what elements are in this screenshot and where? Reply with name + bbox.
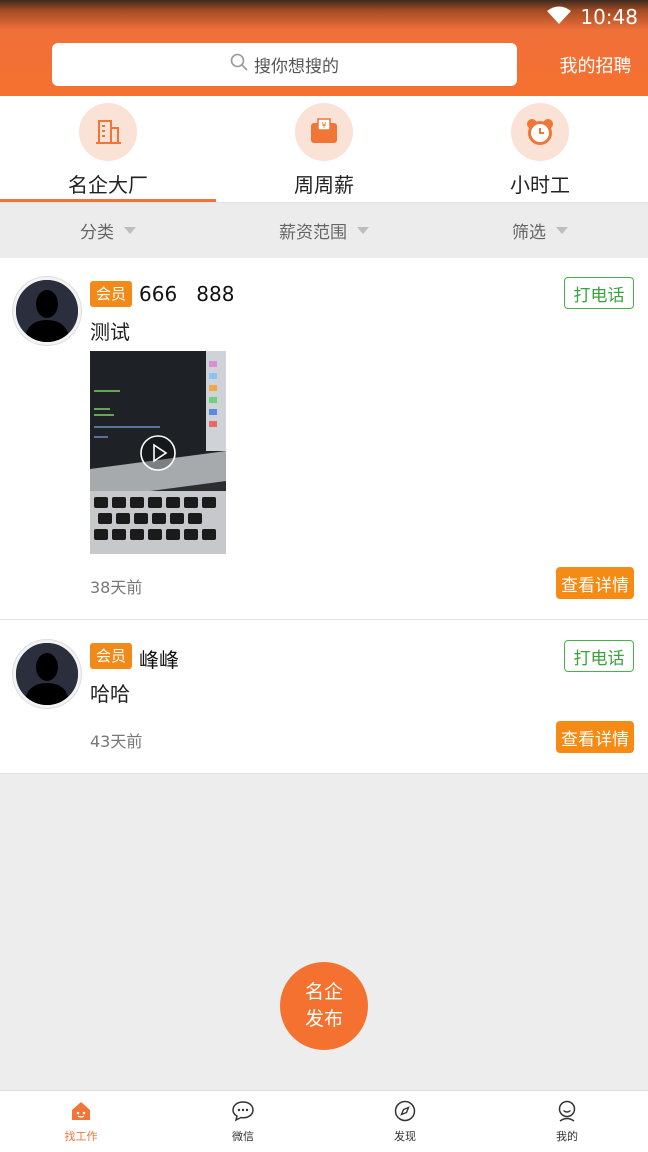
- bottom-navigation: 找工作 微信 发现 我的: [0, 1090, 648, 1152]
- tab-weekly-pay[interactable]: ¥ 周周薪: [216, 96, 432, 202]
- status-time: 10:48: [580, 5, 638, 29]
- search-input[interactable]: 搜你想搜的: [52, 43, 517, 86]
- avatar[interactable]: [13, 640, 81, 708]
- avatar[interactable]: [13, 277, 81, 345]
- tab-hourly-work[interactable]: 小时工: [432, 96, 648, 202]
- nav-profile[interactable]: 我的: [486, 1091, 648, 1152]
- post-description: 测试: [90, 320, 130, 344]
- view-details-button[interactable]: 查看详情: [556, 721, 634, 753]
- compass-icon: [394, 1100, 416, 1125]
- nav-label: 微信: [232, 1129, 254, 1143]
- filter-bar: 分类 薪资范围 筛选: [0, 202, 648, 258]
- nav-find-job[interactable]: 找工作: [0, 1091, 162, 1152]
- filter-label: 分类: [80, 223, 114, 243]
- nav-label: 发现: [394, 1129, 416, 1143]
- post-time: 43天前: [90, 732, 143, 751]
- chat-bubble-icon: [232, 1100, 254, 1125]
- play-icon[interactable]: [138, 433, 178, 477]
- tab-label: 小时工: [510, 173, 570, 197]
- member-badge: 会员: [90, 643, 133, 669]
- filter-salary-dropdown[interactable]: 薪资范围: [216, 203, 432, 258]
- job-post-card: 会员 峰峰 打电话 哈哈 43天前 查看详情: [0, 620, 648, 774]
- home-icon: [70, 1100, 92, 1125]
- poster-name: 峰峰: [139, 648, 179, 672]
- search-icon: [230, 53, 248, 76]
- call-button[interactable]: 打电话: [564, 640, 634, 672]
- nav-discover[interactable]: 发现: [324, 1091, 486, 1152]
- search-placeholder: 搜你想搜的: [254, 57, 339, 77]
- tab-famous-companies[interactable]: 名企大厂: [0, 96, 216, 202]
- dropdown-arrow-icon: [357, 227, 369, 234]
- category-tabs: 名企大厂 ¥ 周周薪 小时工: [0, 96, 648, 202]
- dropdown-arrow-icon: [556, 227, 568, 234]
- post-time: 38天前: [90, 578, 143, 597]
- salary-calendar-icon: ¥: [295, 103, 353, 161]
- fab-line-1: 名企: [304, 981, 343, 1003]
- dropdown-arrow-icon: [124, 227, 136, 234]
- profile-icon: [556, 1100, 578, 1125]
- post-description: 哈哈: [90, 682, 130, 706]
- video-thumbnail[interactable]: [90, 351, 226, 554]
- poster-name: 666 888: [139, 282, 235, 306]
- filter-label: 薪资范围: [279, 223, 347, 243]
- building-icon: [79, 103, 137, 161]
- call-button[interactable]: 打电话: [564, 277, 634, 309]
- wifi-icon: [546, 5, 572, 29]
- nav-label: 我的: [556, 1129, 578, 1143]
- svg-text:¥: ¥: [321, 121, 326, 130]
- filter-category-dropdown[interactable]: 分类: [0, 203, 216, 258]
- tab-label: 周周薪: [294, 173, 354, 197]
- alarm-clock-icon: [511, 103, 569, 161]
- nav-label: 找工作: [64, 1129, 98, 1143]
- fab-line-2: 发布: [304, 1008, 343, 1030]
- top-header: 10:48 搜你想搜的 我的招聘: [0, 0, 648, 96]
- view-details-button[interactable]: 查看详情: [556, 567, 634, 599]
- publish-fab-button[interactable]: 名企 发布: [280, 962, 368, 1050]
- status-bar: 10:48: [546, 4, 638, 30]
- filter-label: 筛选: [512, 223, 546, 243]
- tab-label: 名企大厂: [68, 173, 148, 197]
- my-recruit-link[interactable]: 我的招聘: [548, 52, 643, 78]
- member-badge: 会员: [90, 281, 133, 307]
- filter-screen-dropdown[interactable]: 筛选: [432, 203, 648, 258]
- nav-wechat[interactable]: 微信: [162, 1091, 324, 1152]
